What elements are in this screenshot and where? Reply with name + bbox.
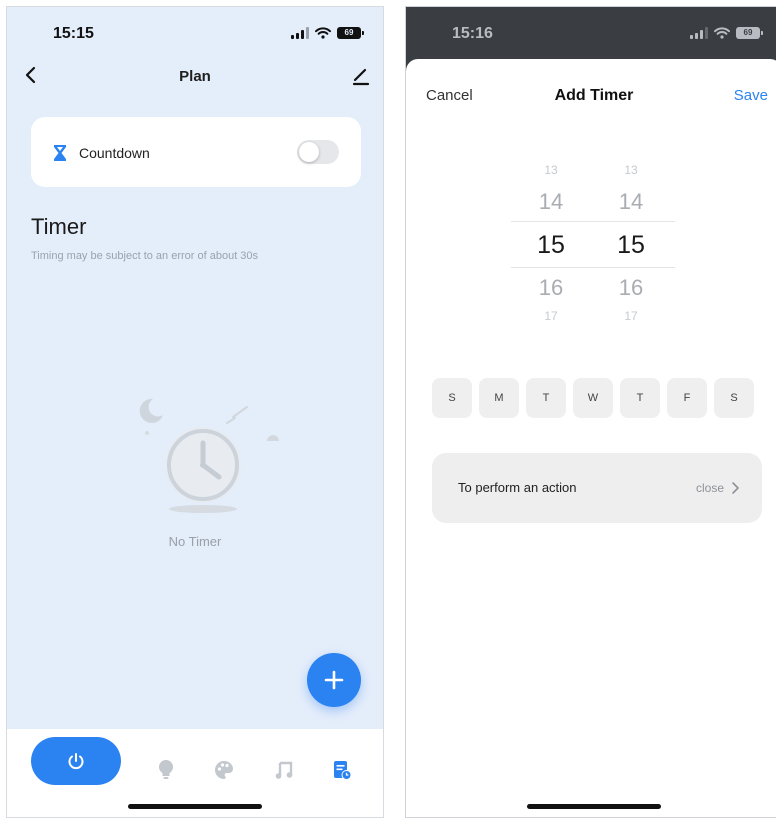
empty-state-text: No Timer <box>168 534 222 549</box>
hour-option[interactable]: 13 <box>521 163 581 177</box>
nav-bar: Plan <box>7 59 383 93</box>
edit-icon[interactable] <box>349 63 373 87</box>
perform-action-row[interactable]: To perform an action close <box>432 453 762 523</box>
timer-heading: Timer <box>31 214 87 239</box>
action-label: To perform an action <box>458 480 577 495</box>
battery-icon: 69 <box>337 27 364 39</box>
status-time: 15:16 <box>452 25 493 42</box>
weekday-friday[interactable]: F <box>667 378 707 418</box>
status-icons: 69 <box>690 27 763 39</box>
bottom-tab-bar <box>7 729 383 817</box>
plus-icon <box>324 670 344 690</box>
home-indicator <box>128 804 262 809</box>
minute-selected[interactable]: 15 <box>601 231 661 260</box>
tab-schedule[interactable] <box>329 755 355 785</box>
hour-option[interactable]: 14 <box>521 189 581 215</box>
countdown-card: Countdown <box>31 117 361 187</box>
weekday-tuesday[interactable]: T <box>526 378 566 418</box>
add-timer-sheet: Cancel Add Timer Save 13 14 15 16 17 13 … <box>406 59 776 817</box>
bulb-icon <box>159 760 173 779</box>
signal-icon <box>690 27 708 39</box>
picker-divider-top <box>511 221 675 222</box>
tab-music[interactable] <box>271 755 297 785</box>
minute-option[interactable]: 17 <box>601 309 661 323</box>
countdown-label: Countdown <box>79 145 150 161</box>
battery-icon: 69 <box>736 27 763 39</box>
minute-option[interactable]: 14 <box>601 189 661 215</box>
tab-power[interactable] <box>31 737 121 785</box>
palette-icon <box>215 761 233 779</box>
wifi-icon <box>714 27 730 39</box>
weekday-monday[interactable]: M <box>479 378 519 418</box>
minute-option[interactable]: 13 <box>601 163 661 177</box>
page-title: Plan <box>179 68 211 85</box>
hour-option[interactable]: 16 <box>521 275 581 301</box>
save-button[interactable]: Save <box>734 87 768 104</box>
status-bar: 15:16 69 <box>406 7 776 57</box>
battery-level: 69 <box>344 28 354 37</box>
weekday-saturday[interactable]: S <box>714 378 754 418</box>
sheet-title: Add Timer <box>554 87 634 104</box>
weekday-sunday[interactable]: S <box>432 378 472 418</box>
power-icon <box>68 753 84 770</box>
empty-timer-illustration <box>139 398 279 513</box>
tab-light[interactable] <box>153 755 179 785</box>
minute-option[interactable]: 16 <box>601 275 661 301</box>
hour-option[interactable]: 17 <box>521 309 581 323</box>
weekday-selector: S M T W T F S <box>432 378 754 418</box>
action-value: close <box>695 481 724 495</box>
add-timer-screen: 15:16 69 Cancel Add Timer Save 13 14 15 … <box>405 6 776 818</box>
weekday-wednesday[interactable]: W <box>573 378 613 418</box>
timer-subtitle: Timing may be subject to an error of abo… <box>31 250 259 262</box>
plan-screen: 15:15 69 Plan Countdown Timer Timing may… <box>6 6 384 818</box>
toggle-knob <box>299 142 319 162</box>
status-icons: 69 <box>291 27 364 39</box>
tab-color[interactable] <box>211 755 237 785</box>
hourglass-icon <box>54 145 66 161</box>
weekday-thursday[interactable]: T <box>620 378 660 418</box>
chevron-right-icon <box>732 482 739 494</box>
hour-selected[interactable]: 15 <box>521 231 581 260</box>
battery-level: 69 <box>743 28 753 37</box>
timer-schedule-icon <box>334 761 352 780</box>
picker-divider-bottom <box>511 267 675 268</box>
status-time: 15:15 <box>53 25 94 42</box>
home-indicator <box>527 804 661 809</box>
countdown-toggle[interactable] <box>297 140 339 164</box>
wifi-icon <box>315 27 331 39</box>
music-icon <box>275 761 293 779</box>
time-picker[interactable]: 13 14 15 16 17 13 14 15 16 17 <box>511 155 675 335</box>
signal-icon <box>291 27 309 39</box>
add-timer-button[interactable] <box>307 653 361 707</box>
status-bar: 15:15 69 <box>7 7 383 57</box>
